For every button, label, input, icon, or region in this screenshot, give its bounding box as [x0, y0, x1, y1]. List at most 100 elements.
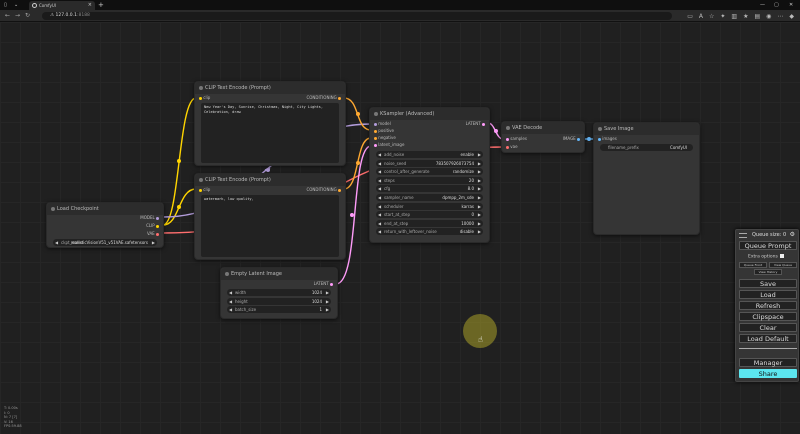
- widget-cfg[interactable]: ◀ cfg 8.0 ▶: [376, 185, 483, 193]
- arrow-left-icon[interactable]: ◀: [378, 160, 381, 167]
- widget-end-at-step[interactable]: ◀ end_at_step 10000 ▶: [376, 219, 483, 227]
- minimize-icon[interactable]: —: [760, 0, 765, 10]
- clear-button[interactable]: Clear: [739, 323, 797, 332]
- back-icon[interactable]: ←: [5, 10, 10, 22]
- arrow-left-icon[interactable]: ◀: [378, 168, 381, 175]
- save-button[interactable]: Save: [739, 279, 797, 288]
- widget-width[interactable]: ◀ width 1024 ▶: [227, 289, 331, 296]
- node-title[interactable]: CLIP Text Encode (Prompt): [195, 82, 345, 94]
- arrow-left-icon[interactable]: ◀: [378, 211, 381, 218]
- input-vae-slot[interactable]: vae: [506, 144, 518, 150]
- input-clip-slot[interactable]: clip: [199, 187, 210, 193]
- arrow-left-icon[interactable]: ◀: [378, 185, 381, 192]
- arrow-left-icon[interactable]: ◀: [378, 194, 381, 201]
- vae-decode-node[interactable]: VAE Decode samples vae IMAGE: [501, 121, 585, 153]
- tab-actions-icon[interactable]: ⌄: [14, 0, 18, 10]
- widget-sampler-name[interactable]: ◀ sampler_name dpmpp_2m_sde ▶: [376, 194, 483, 201]
- input-clip-slot[interactable]: clip: [199, 95, 210, 101]
- extensions-icon[interactable]: ✦: [720, 13, 725, 20]
- load-checkpoint-node[interactable]: Load Checkpoint MODEL CLIP VAE ◀ ckpt_na…: [46, 202, 164, 248]
- tab-comfyui[interactable]: ComfyUI ×: [29, 1, 95, 10]
- input-positive-slot[interactable]: positive: [374, 128, 394, 134]
- input-samples-slot[interactable]: samples: [506, 136, 527, 142]
- output-vae-slot[interactable]: VAE: [147, 231, 159, 237]
- widget-scheduler[interactable]: ◀ scheduler karras ▶: [376, 202, 483, 210]
- input-model-slot[interactable]: model: [374, 121, 391, 127]
- arrow-left-icon[interactable]: ◀: [378, 228, 381, 235]
- output-image-slot[interactable]: IMAGE: [563, 136, 580, 142]
- prompt-textarea[interactable]: watermark, low quality,: [201, 195, 339, 257]
- output-latent-slot[interactable]: LATENT: [466, 121, 485, 127]
- arrow-left-icon[interactable]: ◀: [378, 220, 381, 227]
- arrow-right-icon[interactable]: ▶: [478, 211, 481, 218]
- extra-options-checkbox[interactable]: [779, 254, 784, 258]
- sidebar-icon[interactable]: ▯: [4, 0, 7, 10]
- node-title[interactable]: Load Checkpoint: [47, 203, 163, 215]
- widget-start-at-step[interactable]: ◀ start_at_step 0 ▶: [376, 211, 483, 219]
- arrow-right-icon[interactable]: ▶: [478, 194, 481, 201]
- save-image-node[interactable]: Save Image images filename_prefix ComfyU…: [593, 122, 700, 235]
- filename-prefix-field[interactable]: filename_prefix ComfyUI: [600, 144, 693, 151]
- widget-batch-size[interactable]: ◀ batch_size 1 ▶: [227, 306, 331, 314]
- extra-options-toggle[interactable]: Extra options: [748, 254, 784, 260]
- input-negative-slot[interactable]: negative: [374, 135, 396, 141]
- queue-front-button[interactable]: Queue Front: [739, 262, 767, 268]
- load-default-button[interactable]: Load Default: [739, 334, 797, 343]
- prompt-textarea[interactable]: New Year's Day, Sunrise, Christmas, Nigh…: [201, 103, 339, 163]
- widget-control-after-generate[interactable]: ◀ control_after_generate randomize ▶: [376, 168, 483, 176]
- ksampler-advanced-node[interactable]: KSampler (Advanced) model positive negat…: [369, 107, 490, 243]
- collections-icon[interactable]: ▤: [754, 13, 760, 20]
- reload-icon[interactable]: ↻: [25, 10, 30, 22]
- arrow-left-icon[interactable]: ◀: [378, 203, 381, 210]
- empty-latent-image-node[interactable]: Empty Latent Image LATENT ◀ width 1024 ▶ ◀ he…: [220, 267, 338, 319]
- arrow-left-icon[interactable]: ◀: [55, 239, 58, 246]
- copilot-icon[interactable]: ◆: [789, 13, 794, 20]
- view-queue-button[interactable]: View Queue: [769, 262, 797, 268]
- cast-icon[interactable]: ▭: [687, 13, 693, 20]
- widget-return-with-leftover-noise[interactable]: ◀ return_with_leftover_noise disable ▶: [376, 228, 483, 236]
- view-history-button[interactable]: View History: [754, 269, 782, 275]
- favorite-icon[interactable]: ☆: [709, 13, 714, 20]
- arrow-right-icon[interactable]: ▶: [478, 160, 481, 167]
- widget-height[interactable]: ◀ height 1024 ▶: [227, 297, 331, 305]
- node-title[interactable]: CLIP Text Encode (Prompt): [195, 174, 345, 186]
- read-aloud-icon[interactable]: A: [699, 13, 703, 20]
- widget-add-noise[interactable]: ◀ add_noise enable ▶: [376, 151, 483, 158]
- widget-steps[interactable]: ◀ steps 20 ▶: [376, 176, 483, 184]
- arrow-right-icon[interactable]: ▶: [478, 203, 481, 210]
- close-icon[interactable]: ×: [88, 1, 92, 10]
- new-tab-icon[interactable]: +: [98, 0, 104, 10]
- arrow-left-icon[interactable]: ◀: [229, 289, 232, 296]
- input-latent-slot[interactable]: latent_image: [374, 142, 404, 148]
- node-title[interactable]: Save Image: [594, 123, 699, 135]
- maximize-icon[interactable]: ▢: [774, 0, 779, 10]
- queue-prompt-button[interactable]: Queue Prompt: [739, 241, 797, 250]
- clipspace-button[interactable]: Clipspace: [739, 312, 797, 321]
- arrow-left-icon[interactable]: ◀: [229, 306, 232, 313]
- output-conditioning-slot[interactable]: CONDITIONING: [306, 187, 341, 193]
- node-title[interactable]: VAE Decode: [502, 122, 584, 134]
- widget-noise-seed[interactable]: ◀ noise_seed 783507926073754 ▶: [376, 159, 483, 167]
- arrow-right-icon[interactable]: ▶: [326, 298, 329, 305]
- node-title[interactable]: Empty Latent Image: [221, 268, 337, 280]
- output-clip-slot[interactable]: CLIP: [146, 223, 159, 229]
- forward-icon[interactable]: →: [15, 10, 20, 22]
- refresh-button[interactable]: Refresh: [739, 301, 797, 310]
- more-icon[interactable]: ⋯: [777, 13, 783, 20]
- arrow-right-icon[interactable]: ▶: [478, 151, 481, 158]
- output-conditioning-slot[interactable]: CONDITIONING: [306, 95, 341, 101]
- arrow-right-icon[interactable]: ▶: [478, 185, 481, 192]
- arrow-right-icon[interactable]: ▶: [152, 239, 155, 246]
- share-button[interactable]: Share: [739, 369, 797, 378]
- clip-text-encode-positive-node[interactable]: CLIP Text Encode (Prompt) clip CONDITION…: [194, 81, 346, 166]
- arrow-right-icon[interactable]: ▶: [478, 228, 481, 235]
- gear-icon[interactable]: ⚙: [790, 231, 795, 238]
- profile-icon[interactable]: ◉: [766, 13, 771, 20]
- favorites-icon[interactable]: ★: [743, 13, 748, 20]
- arrow-left-icon[interactable]: ◀: [378, 177, 381, 184]
- clip-text-encode-negative-node[interactable]: CLIP Text Encode (Prompt) clip CONDITION…: [194, 173, 346, 260]
- input-images-slot[interactable]: images: [598, 136, 617, 142]
- drag-handle-icon[interactable]: [739, 233, 747, 238]
- close-window-icon[interactable]: ✕: [789, 0, 793, 10]
- load-button[interactable]: Load: [739, 290, 797, 299]
